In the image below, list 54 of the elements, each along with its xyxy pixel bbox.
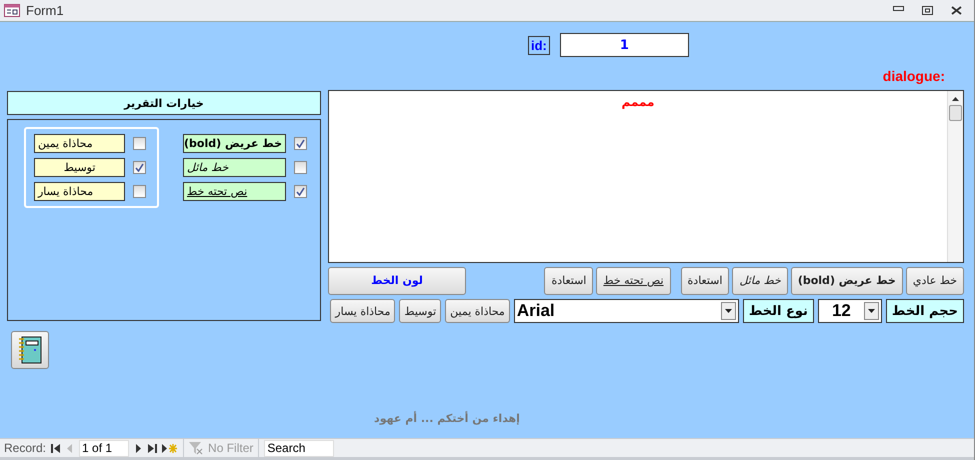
font-style-button[interactable]: خط عريض (bold) (790, 266, 903, 294)
id-field[interactable]: 1 (560, 33, 689, 57)
dialogue-text: مممم (620, 94, 656, 109)
record-label: Record: (4, 441, 46, 455)
restore-icon[interactable] (922, 6, 933, 15)
alignment-button[interactable]: توسيط (399, 299, 442, 323)
checkbox[interactable] (294, 185, 307, 198)
dedication-text: إهداء من أختكم ... أم عهود (374, 412, 520, 425)
record-position-field[interactable]: 1 of 1 (79, 440, 130, 456)
checkbox[interactable] (294, 137, 307, 150)
close-icon[interactable] (951, 6, 962, 15)
scroll-up-icon[interactable] (952, 97, 959, 101)
font-color-button[interactable]: لون الخط (328, 266, 466, 294)
caret-icon (724, 309, 732, 313)
alignment-option-label: محاذاة يمين (34, 134, 126, 153)
new-record-icon[interactable] (162, 444, 178, 452)
style-option-label: خط عريض (bold) (183, 134, 286, 153)
font-name-dropdown[interactable]: Arial (514, 299, 739, 323)
font-style-button[interactable]: خط مائل (732, 266, 788, 294)
last-record-icon[interactable] (148, 444, 158, 452)
style-option-label: نص تحته خط (183, 182, 286, 201)
first-record-icon[interactable] (51, 444, 60, 452)
font-name-label: نوع الخط (742, 299, 814, 323)
minimize-icon[interactable] (893, 6, 904, 12)
scrollbar[interactable] (947, 91, 963, 262)
report-options-header: خيارات التقرير (7, 91, 321, 115)
alignment-button[interactable]: محاذاة يمين (445, 299, 510, 323)
window-title: Form1 (26, 3, 64, 18)
checkbox[interactable] (133, 185, 146, 198)
dialogue-text-area[interactable]: مممم (328, 90, 964, 263)
checkbox[interactable] (294, 161, 307, 174)
caret-icon (868, 309, 875, 313)
checkbox[interactable] (133, 161, 146, 174)
dialogue-label: dialogue: (882, 68, 945, 86)
restore-button[interactable]: استعادة (544, 266, 594, 294)
restore-button[interactable]: استعادة (680, 266, 730, 294)
font-style-button[interactable]: نص تحته خط (596, 266, 671, 294)
no-filter-label: No Filter (208, 441, 254, 455)
font-size-label: حجم الخط (886, 299, 964, 323)
style-option-label: خط مائل (183, 158, 286, 177)
form-icon (4, 4, 20, 17)
alignment-option-label: توسيط (34, 158, 126, 177)
next-record-icon[interactable] (134, 444, 144, 452)
filter-icon (189, 442, 204, 454)
id-label: id: (528, 36, 550, 54)
notebook-icon (18, 336, 42, 364)
search-field[interactable]: Search (264, 440, 334, 456)
font-size-dropdown[interactable]: 12 (818, 299, 882, 323)
notebook-button[interactable] (11, 331, 49, 369)
scroll-thumb[interactable] (949, 105, 962, 121)
font-style-button[interactable]: خط عادي (906, 266, 964, 294)
alignment-option-label: محاذاة يسار (34, 182, 126, 201)
alignment-button[interactable]: محاذاة يسار (330, 299, 396, 323)
checkbox[interactable] (133, 137, 146, 150)
